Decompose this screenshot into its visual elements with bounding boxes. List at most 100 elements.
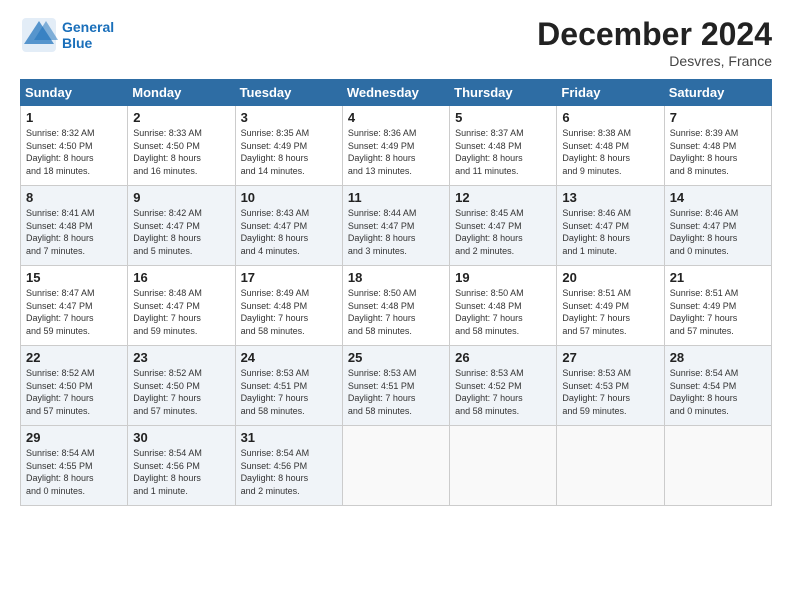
calendar-cell: 8Sunrise: 8:41 AM Sunset: 4:48 PM Daylig…	[21, 186, 128, 266]
col-sunday: Sunday	[21, 80, 128, 106]
calendar-cell: 5 Sunrise: 8:37 AM Sunset: 4:48 PM Daylig…	[450, 106, 557, 186]
day-info: Sunrise: 8:50 AM Sunset: 4:48 PM Dayligh…	[348, 287, 444, 337]
calendar-cell: 30 Sunrise: 8:54 AM Sunset: 4:56 PM Dayli…	[128, 426, 235, 506]
calendar-cell: 14 Sunrise: 8:46 AM Sunset: 4:47 PM Dayli…	[664, 186, 771, 266]
day-info: Sunrise: 8:42 AM Sunset: 4:47 PM Dayligh…	[133, 207, 229, 257]
day-number: 11	[348, 190, 444, 205]
calendar-cell: 11 Sunrise: 8:44 AM Sunset: 4:47 PM Dayli…	[342, 186, 449, 266]
day-number: 7	[670, 110, 766, 125]
month-title: December 2024	[537, 16, 772, 53]
day-number: 25	[348, 350, 444, 365]
logo: General Blue	[20, 16, 114, 54]
day-info: Sunrise: 8:53 AM Sunset: 4:52 PM Dayligh…	[455, 367, 551, 417]
calendar-week-3: 15Sunrise: 8:47 AM Sunset: 4:47 PM Dayli…	[21, 266, 772, 346]
day-info: Sunrise: 8:53 AM Sunset: 4:51 PM Dayligh…	[241, 367, 337, 417]
day-number: 14	[670, 190, 766, 205]
day-info: Sunrise: 8:51 AM Sunset: 4:49 PM Dayligh…	[562, 287, 658, 337]
day-info: Sunrise: 8:53 AM Sunset: 4:53 PM Dayligh…	[562, 367, 658, 417]
calendar-cell: 20Sunrise: 8:51 AM Sunset: 4:49 PM Dayli…	[557, 266, 664, 346]
day-info: Sunrise: 8:52 AM Sunset: 4:50 PM Dayligh…	[26, 367, 122, 417]
day-number: 10	[241, 190, 337, 205]
day-number: 24	[241, 350, 337, 365]
location: Desvres, France	[537, 53, 772, 69]
calendar-cell: 18 Sunrise: 8:50 AM Sunset: 4:48 PM Dayli…	[342, 266, 449, 346]
day-info: Sunrise: 8:54 AM Sunset: 4:56 PM Dayligh…	[133, 447, 229, 497]
day-number: 13	[562, 190, 658, 205]
title-block: December 2024 Desvres, France	[537, 16, 772, 69]
calendar-week-2: 8Sunrise: 8:41 AM Sunset: 4:48 PM Daylig…	[21, 186, 772, 266]
calendar-cell: 2 Sunrise: 8:33 AM Sunset: 4:50 PM Daylig…	[128, 106, 235, 186]
day-info: Sunrise: 8:54 AM Sunset: 4:55 PM Dayligh…	[26, 447, 122, 497]
day-number: 22	[26, 350, 122, 365]
day-number: 31	[241, 430, 337, 445]
day-number: 18	[348, 270, 444, 285]
day-info: Sunrise: 8:49 AM Sunset: 4:48 PM Dayligh…	[241, 287, 337, 337]
col-tuesday: Tuesday	[235, 80, 342, 106]
col-monday: Monday	[128, 80, 235, 106]
calendar-cell	[450, 426, 557, 506]
calendar-cell: 6Sunrise: 8:38 AM Sunset: 4:48 PM Daylig…	[557, 106, 664, 186]
calendar-cell: 21 Sunrise: 8:51 AM Sunset: 4:49 PM Dayli…	[664, 266, 771, 346]
day-info: Sunrise: 8:32 AM Sunset: 4:50 PM Dayligh…	[26, 127, 122, 177]
day-number: 2	[133, 110, 229, 125]
calendar-cell: 17 Sunrise: 8:49 AM Sunset: 4:48 PM Dayli…	[235, 266, 342, 346]
day-info: Sunrise: 8:36 AM Sunset: 4:49 PM Dayligh…	[348, 127, 444, 177]
day-number: 26	[455, 350, 551, 365]
day-info: Sunrise: 8:50 AM Sunset: 4:48 PM Dayligh…	[455, 287, 551, 337]
calendar-cell	[342, 426, 449, 506]
col-thursday: Thursday	[450, 80, 557, 106]
calendar-cell: 7 Sunrise: 8:39 AM Sunset: 4:48 PM Daylig…	[664, 106, 771, 186]
day-info: Sunrise: 8:39 AM Sunset: 4:48 PM Dayligh…	[670, 127, 766, 177]
calendar-week-4: 22 Sunrise: 8:52 AM Sunset: 4:50 PM Dayli…	[21, 346, 772, 426]
day-info: Sunrise: 8:33 AM Sunset: 4:50 PM Dayligh…	[133, 127, 229, 177]
calendar-cell: 31 Sunrise: 8:54 AM Sunset: 4:56 PM Dayli…	[235, 426, 342, 506]
day-info: Sunrise: 8:41 AM Sunset: 4:48 PM Dayligh…	[26, 207, 122, 257]
day-info: Sunrise: 8:37 AM Sunset: 4:48 PM Dayligh…	[455, 127, 551, 177]
day-number: 21	[670, 270, 766, 285]
calendar-cell: 3 Sunrise: 8:35 AM Sunset: 4:49 PM Daylig…	[235, 106, 342, 186]
day-info: Sunrise: 8:51 AM Sunset: 4:49 PM Dayligh…	[670, 287, 766, 337]
day-info: Sunrise: 8:38 AM Sunset: 4:48 PM Dayligh…	[562, 127, 658, 177]
calendar-cell	[664, 426, 771, 506]
day-number: 17	[241, 270, 337, 285]
day-number: 9	[133, 190, 229, 205]
day-number: 3	[241, 110, 337, 125]
col-saturday: Saturday	[664, 80, 771, 106]
day-info: Sunrise: 8:54 AM Sunset: 4:54 PM Dayligh…	[670, 367, 766, 417]
page: General Blue December 2024 Desvres, Fran…	[0, 0, 792, 612]
day-info: Sunrise: 8:54 AM Sunset: 4:56 PM Dayligh…	[241, 447, 337, 497]
day-info: Sunrise: 8:45 AM Sunset: 4:47 PM Dayligh…	[455, 207, 551, 257]
day-info: Sunrise: 8:46 AM Sunset: 4:47 PM Dayligh…	[562, 207, 658, 257]
logo-line2: Blue	[62, 35, 114, 51]
day-info: Sunrise: 8:43 AM Sunset: 4:47 PM Dayligh…	[241, 207, 337, 257]
header: General Blue December 2024 Desvres, Fran…	[20, 16, 772, 69]
day-info: Sunrise: 8:52 AM Sunset: 4:50 PM Dayligh…	[133, 367, 229, 417]
calendar-week-5: 29 Sunrise: 8:54 AM Sunset: 4:55 PM Dayli…	[21, 426, 772, 506]
day-info: Sunrise: 8:35 AM Sunset: 4:49 PM Dayligh…	[241, 127, 337, 177]
day-number: 30	[133, 430, 229, 445]
day-number: 27	[562, 350, 658, 365]
day-number: 1	[26, 110, 122, 125]
col-wednesday: Wednesday	[342, 80, 449, 106]
calendar-cell: 16Sunrise: 8:48 AM Sunset: 4:47 PM Dayli…	[128, 266, 235, 346]
calendar-cell: 19Sunrise: 8:50 AM Sunset: 4:48 PM Dayli…	[450, 266, 557, 346]
calendar-cell: 26 Sunrise: 8:53 AM Sunset: 4:52 PM Dayli…	[450, 346, 557, 426]
calendar-cell: 28Sunrise: 8:54 AM Sunset: 4:54 PM Dayli…	[664, 346, 771, 426]
day-info: Sunrise: 8:44 AM Sunset: 4:47 PM Dayligh…	[348, 207, 444, 257]
calendar-cell: 24 Sunrise: 8:53 AM Sunset: 4:51 PM Dayli…	[235, 346, 342, 426]
calendar: Sunday Monday Tuesday Wednesday Thursday…	[20, 79, 772, 506]
calendar-header-row: Sunday Monday Tuesday Wednesday Thursday…	[21, 80, 772, 106]
calendar-week-1: 1 Sunrise: 8:32 AM Sunset: 4:50 PM Daylig…	[21, 106, 772, 186]
day-number: 29	[26, 430, 122, 445]
day-number: 5	[455, 110, 551, 125]
day-number: 23	[133, 350, 229, 365]
calendar-cell	[557, 426, 664, 506]
day-number: 16	[133, 270, 229, 285]
calendar-cell: 12Sunrise: 8:45 AM Sunset: 4:47 PM Dayli…	[450, 186, 557, 266]
calendar-cell: 1 Sunrise: 8:32 AM Sunset: 4:50 PM Daylig…	[21, 106, 128, 186]
logo-icon	[20, 16, 58, 54]
calendar-cell: 13 Sunrise: 8:46 AM Sunset: 4:47 PM Dayli…	[557, 186, 664, 266]
calendar-cell: 23 Sunrise: 8:52 AM Sunset: 4:50 PM Dayli…	[128, 346, 235, 426]
day-info: Sunrise: 8:46 AM Sunset: 4:47 PM Dayligh…	[670, 207, 766, 257]
calendar-cell: 27 Sunrise: 8:53 AM Sunset: 4:53 PM Dayli…	[557, 346, 664, 426]
